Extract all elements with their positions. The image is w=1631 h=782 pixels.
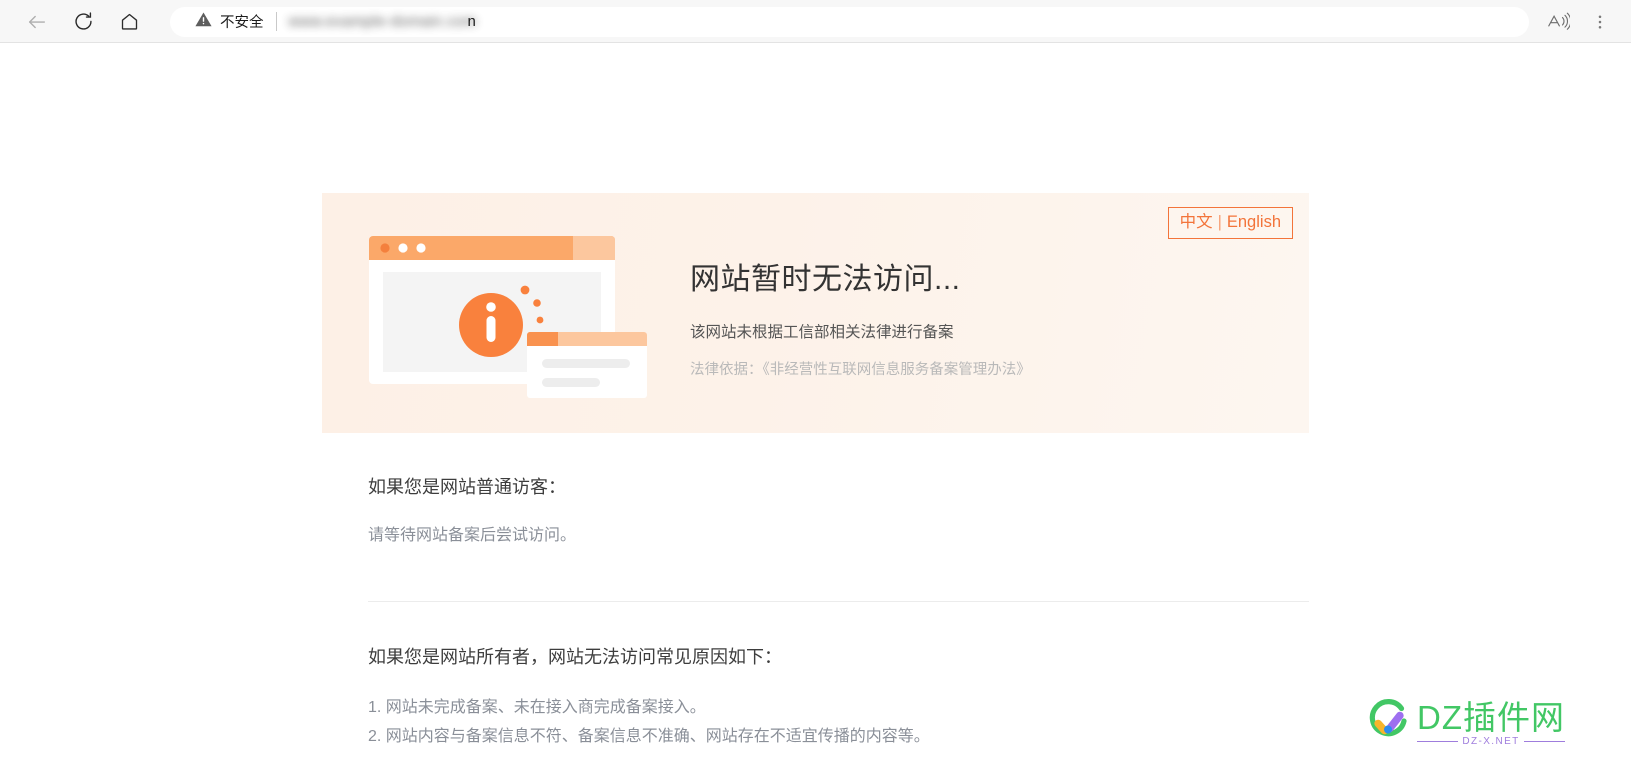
back-button[interactable] — [18, 3, 56, 41]
more-options-icon — [1591, 13, 1609, 31]
language-toggle-button[interactable]: 中文 | English — [1167, 207, 1293, 239]
reload-icon — [73, 11, 94, 32]
watermark-rule-left — [1417, 740, 1459, 742]
owner-reason-list: 1. 网站未完成备案、未在接入商完成备案接入。 2. 网站内容与备案信息不符、备… — [368, 693, 1309, 752]
page-title: 网站暂时无法访问... — [690, 262, 961, 296]
lang-english[interactable]: English — [1227, 213, 1281, 231]
legal-label: 法律依据： — [690, 361, 763, 378]
read-aloud-icon — [1547, 11, 1570, 32]
lang-chinese[interactable]: 中文 — [1180, 213, 1213, 231]
watermark: DZ插件网 DZ-X.NET — [1365, 698, 1565, 749]
hero-banner: 中文 | English 网站暂时无法访问... 该网站未根据工信部相关法律进行… — [322, 193, 1309, 433]
watermark-brand: DZ插件网 — [1417, 698, 1565, 736]
url-text[interactable]: www.example-domain.com n — [288, 11, 477, 33]
owner-section-heading: 如果您是网站所有者，网站无法访问常见原因如下： — [368, 646, 782, 667]
page-body: 中文 | English 网站暂时无法访问... 该网站未根据工信部相关法律进行… — [0, 43, 1631, 782]
back-arrow-icon — [26, 11, 48, 33]
content-container: 中文 | English 网站暂时无法访问... 该网站未根据工信部相关法律进行… — [322, 43, 1309, 752]
lang-separator: | — [1217, 213, 1222, 231]
visitor-section-heading: 如果您是网站普通访客： — [368, 477, 566, 497]
url-blurred-text: www.example-domain.com — [288, 13, 477, 30]
hero-text-block: 网站暂时无法访问... 该网站未根据工信部相关法律进行备案 法律依据：《非经营性… — [690, 254, 1031, 379]
list-item: 2. 网站内容与备案信息不符、备案信息不准确、网站存在不适宜传播的内容等。 — [368, 728, 930, 746]
address-divider — [275, 12, 277, 31]
more-options-button[interactable] — [1581, 3, 1619, 41]
reload-button[interactable] — [64, 3, 102, 41]
visitor-section-body: 请等待网站备案后尝试访问。 — [368, 527, 577, 544]
watermark-domain: DZ-X.NET — [1462, 735, 1520, 747]
visitor-section: 如果您是网站普通访客： 请等待网站备案后尝试访问。 — [322, 433, 1309, 602]
legal-reference: 《非经营性互联网信息服务备案管理办法》 — [762, 361, 1031, 378]
read-aloud-button[interactable] — [1539, 3, 1577, 41]
security-label: 不安全 — [220, 15, 264, 31]
list-item: 1. 网站未完成备案、未在接入商完成备案接入。 — [368, 698, 706, 716]
warning-triangle-icon — [194, 10, 213, 34]
watermark-text-block: DZ插件网 DZ-X.NET — [1417, 701, 1565, 747]
hero-legal-line: 法律依据：《非经营性互联网信息服务备案管理办法》 — [690, 358, 1031, 379]
watermark-rule-right — [1523, 740, 1565, 742]
home-icon — [119, 11, 140, 32]
browser-illustration — [367, 228, 647, 403]
check-circle-logo-icon — [1365, 698, 1411, 749]
browser-toolbar: 不安全 www.example-domain.com n — [0, 0, 1631, 43]
hero-subtitle: 该网站未根据工信部相关法律进行备案 — [690, 323, 954, 341]
security-status[interactable]: 不安全 — [180, 10, 264, 34]
home-button[interactable] — [110, 3, 148, 41]
illustration-svg — [369, 235, 647, 398]
owner-section: 如果您是网站所有者，网站无法访问常见原因如下： 1. 网站未完成备案、未在接入商… — [322, 602, 1309, 752]
toolbar-right-actions — [1539, 3, 1623, 41]
address-bar[interactable]: 不安全 www.example-domain.com n — [170, 6, 1529, 37]
url-visible-tail: n — [467, 13, 476, 30]
watermark-domain-row: DZ-X.NET — [1417, 736, 1565, 747]
